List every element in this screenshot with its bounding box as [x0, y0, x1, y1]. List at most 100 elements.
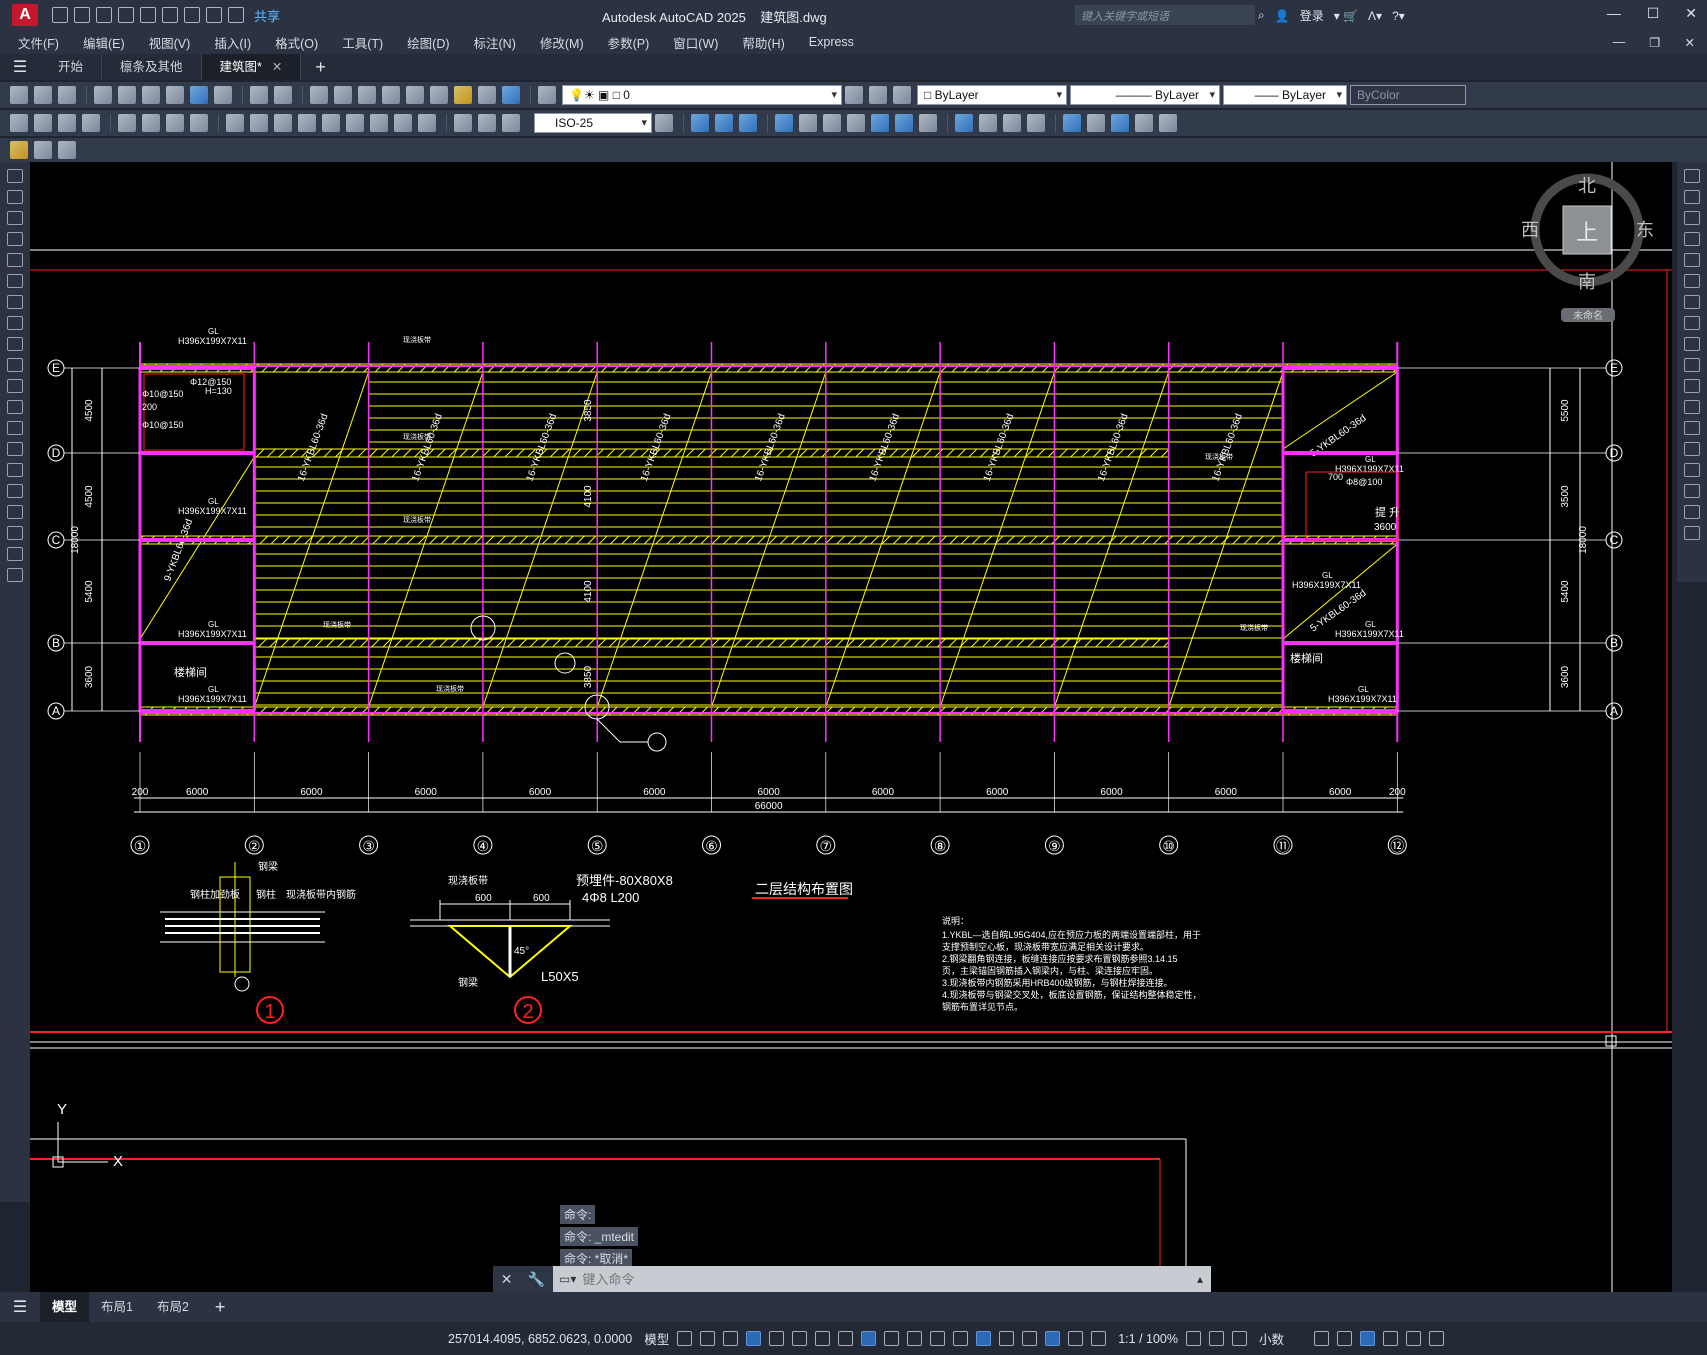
extend-icon[interactable]: [1684, 379, 1700, 393]
command-input[interactable]: [576, 1268, 1197, 1290]
make-current-icon[interactable]: [845, 86, 863, 104]
close-command-icon[interactable]: ✕: [501, 1271, 513, 1288]
3d-osnap-icon[interactable]: [953, 1331, 969, 1346]
new-tab-button[interactable]: +: [301, 57, 340, 78]
add-layout-button[interactable]: +: [201, 1297, 240, 1318]
arc-length-icon[interactable]: [58, 114, 76, 132]
ortho-icon[interactable]: [769, 1331, 785, 1346]
model-space-button[interactable]: 模型: [644, 1329, 669, 1348]
command-prompt-icon[interactable]: ▭▾: [559, 1272, 576, 1286]
copy-icon[interactable]: [190, 86, 208, 104]
layer-manager-icon[interactable]: [538, 86, 556, 104]
open-icon[interactable]: [34, 86, 52, 104]
menu-draw[interactable]: 绘图(D): [407, 33, 449, 52]
pan-icon[interactable]: [310, 86, 328, 104]
tab-architecture[interactable]: 建筑图* ✕: [201, 54, 302, 80]
tab-layout1[interactable]: 布局1: [89, 1292, 145, 1322]
dim-update-icon[interactable]: [502, 114, 520, 132]
isolate-objects-icon[interactable]: [1360, 1331, 1376, 1346]
ucs-view-icon[interactable]: [895, 114, 913, 132]
print-icon[interactable]: [184, 7, 200, 23]
zoom-realtime-icon[interactable]: [334, 86, 352, 104]
break-icon[interactable]: [1684, 421, 1700, 435]
camera-icon[interactable]: [1027, 114, 1045, 132]
spline-icon[interactable]: [7, 337, 23, 351]
tab-model[interactable]: 模型: [40, 1292, 90, 1322]
linear-dim-icon[interactable]: [10, 114, 28, 132]
undo-icon[interactable]: [250, 86, 268, 104]
grid-icon[interactable]: [677, 1331, 693, 1346]
doc-restore-icon[interactable]: ❐: [1649, 35, 1660, 50]
ucs-origin-icon[interactable]: [919, 114, 937, 132]
selection-cycling-icon[interactable]: [930, 1331, 946, 1346]
viewcube-north[interactable]: 北: [1578, 176, 1596, 196]
save-icon[interactable]: [58, 86, 76, 104]
linetype-dropdown[interactable]: ——— ByLayer: [1070, 85, 1220, 105]
osnap-icon[interactable]: [861, 1331, 877, 1346]
add-selected-icon[interactable]: [7, 568, 23, 582]
lineweight-dropdown[interactable]: —— ByLayer: [1223, 85, 1347, 105]
viewcube-south[interactable]: 南: [1578, 272, 1596, 292]
break-point-icon[interactable]: [1684, 400, 1700, 414]
dim-space-icon[interactable]: [298, 114, 316, 132]
tab-layout2[interactable]: 布局2: [145, 1292, 201, 1322]
isodraft-icon[interactable]: [815, 1331, 831, 1346]
menu-insert[interactable]: 插入(I): [214, 33, 251, 52]
undo-icon[interactable]: [206, 7, 222, 23]
trim-icon[interactable]: [1684, 358, 1700, 372]
viewcube-east[interactable]: 东: [1636, 220, 1654, 240]
viewcube[interactable]: 上 北 南 西 东 未命名: [1521, 173, 1654, 322]
polyline-icon[interactable]: [7, 211, 23, 225]
lineweight-icon[interactable]: [884, 1331, 900, 1346]
polar-icon[interactable]: [792, 1331, 808, 1346]
grip-square[interactable]: [1605, 1035, 1617, 1047]
search-icon[interactable]: ⌕: [1258, 8, 1265, 23]
fillet-icon[interactable]: [1684, 484, 1700, 498]
plotstyle-dropdown[interactable]: ByColor: [1350, 85, 1466, 105]
revcloud-icon[interactable]: [7, 316, 23, 330]
share-button[interactable]: 共享: [254, 6, 280, 25]
search-input[interactable]: 键入关键字或短语: [1075, 5, 1255, 25]
line-icon[interactable]: [7, 169, 23, 183]
help-icon[interactable]: [502, 86, 520, 104]
new-file-icon[interactable]: [52, 7, 68, 23]
viewport-poly-icon[interactable]: [1087, 114, 1105, 132]
annotation-scale[interactable]: 1:1 / 100%: [1118, 1332, 1178, 1346]
ucs-menu-label[interactable]: 未命名: [1573, 309, 1603, 322]
close-icon[interactable]: ✕: [1685, 5, 1697, 22]
doc-minimize-icon[interactable]: —: [1613, 35, 1626, 50]
autodesk-icon[interactable]: Ʌ▾: [1368, 9, 1382, 23]
layer-previous-icon[interactable]: [869, 86, 887, 104]
view-back-icon[interactable]: [715, 114, 733, 132]
save-to-web-icon[interactable]: [162, 7, 178, 23]
dim-break-icon[interactable]: [322, 114, 340, 132]
customize-icon[interactable]: 🔧: [528, 1271, 545, 1288]
menu-parametric[interactable]: 参数(P): [608, 33, 650, 52]
annotation-scale-icon[interactable]: [1091, 1331, 1107, 1346]
layer-state-icon[interactable]: [893, 86, 911, 104]
annotation-monitor-icon[interactable]: [1209, 1331, 1224, 1346]
point-icon[interactable]: [7, 442, 23, 456]
orbit-icon[interactable]: [955, 114, 973, 132]
hatch-icon[interactable]: [7, 463, 23, 477]
selection-filter-icon[interactable]: [999, 1331, 1015, 1346]
plot-icon[interactable]: [94, 86, 112, 104]
baseline-icon[interactable]: [250, 114, 268, 132]
menu-hamburger-icon[interactable]: ☰: [0, 57, 40, 77]
zoom-previous-icon[interactable]: [382, 86, 400, 104]
auto-scale-icon[interactable]: [1068, 1331, 1084, 1346]
construction-line-icon[interactable]: [7, 190, 23, 204]
table-icon[interactable]: [7, 526, 23, 540]
mirror-icon[interactable]: [1684, 211, 1700, 225]
continuous-orbit-icon[interactable]: [1003, 114, 1021, 132]
doc-close-icon[interactable]: ✕: [1685, 35, 1695, 50]
menu-edit[interactable]: 编辑(E): [83, 33, 125, 52]
tool-palettes-icon[interactable]: [454, 86, 472, 104]
preview-icon[interactable]: [118, 86, 136, 104]
ellipse-icon[interactable]: [7, 358, 23, 372]
drawing-canvas[interactable]: Y X 上 北 南 西 东 未命名 16-YKBL60-36d 16-YKBL60…: [30, 162, 1672, 1292]
jogged-linear-icon[interactable]: [418, 114, 436, 132]
blend-icon[interactable]: [1684, 505, 1700, 519]
polygon-icon[interactable]: [7, 232, 23, 246]
rectangle-icon[interactable]: [7, 253, 23, 267]
